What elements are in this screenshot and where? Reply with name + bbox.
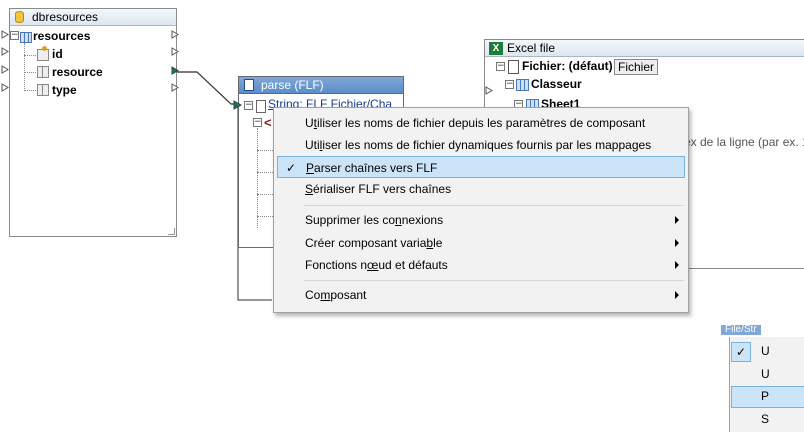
menu-item-use-filenames-params[interactable]: Utiliser les noms de fichier depuis les … bbox=[277, 112, 685, 134]
menu-separator bbox=[304, 205, 684, 206]
field-type[interactable]: type bbox=[52, 82, 77, 98]
column-icon bbox=[37, 84, 49, 96]
table-icon bbox=[20, 32, 32, 43]
collapse-toggle[interactable]: − bbox=[253, 118, 262, 127]
parse-title: parse (FLF) bbox=[261, 78, 324, 92]
workbook-icon bbox=[516, 79, 529, 91]
collapse-toggle[interactable]: − bbox=[244, 101, 253, 110]
excel-titlebar[interactable]: X Excel file bbox=[485, 40, 804, 57]
collapse-toggle[interactable]: − bbox=[10, 31, 19, 40]
submenu-arrow-icon bbox=[675, 291, 679, 299]
menu-item-use-dynamic-filenames[interactable]: Utiliser les noms de fichier dynamiques … bbox=[277, 134, 685, 156]
document-icon bbox=[244, 79, 254, 91]
menu-item-delete-connections[interactable]: Supprimer les connexions bbox=[277, 209, 685, 231]
submenu-arrow-icon bbox=[675, 239, 679, 247]
context-menu[interactable]: Utiliser les noms de fichier depuis les … bbox=[273, 107, 689, 313]
excel-connector[interactable] bbox=[485, 86, 495, 96]
menu-item-create-variable-component[interactable]: Créer composant variable bbox=[277, 232, 685, 254]
element-icon: < bbox=[264, 115, 272, 130]
menu-item-serialize-flf-to-strings[interactable]: Sérialiser FLF vers chaînes bbox=[277, 178, 685, 200]
excel-icon: X bbox=[489, 42, 503, 55]
field-id[interactable]: id bbox=[52, 46, 63, 62]
output-connectors[interactable] bbox=[171, 30, 181, 95]
field-resource[interactable]: resource bbox=[52, 64, 103, 80]
checkmark-icon: ✓ bbox=[286, 161, 297, 175]
mini-menu-header: File/Str bbox=[721, 325, 761, 335]
file-button[interactable]: Fichier bbox=[614, 59, 659, 75]
excel-title: Excel file bbox=[507, 41, 556, 55]
excel-hint-text: ex de la ligne (par ex. 1 bbox=[684, 135, 804, 149]
mini-item: U bbox=[761, 344, 770, 358]
menu-separator bbox=[304, 280, 684, 281]
dbresources-title: dbresources bbox=[32, 10, 99, 24]
string-file-icon bbox=[256, 100, 266, 113]
submenu-arrow-icon bbox=[675, 261, 679, 269]
collapse-toggle[interactable]: − bbox=[496, 62, 505, 71]
submenu-arrow-icon bbox=[675, 216, 679, 224]
resize-grip[interactable] bbox=[168, 228, 175, 235]
resources-node[interactable]: resources bbox=[33, 28, 90, 44]
key-icon bbox=[42, 46, 47, 51]
workbook-node[interactable]: Classeur bbox=[531, 76, 582, 92]
file-icon bbox=[508, 60, 519, 74]
mini-check-box: ✓ bbox=[731, 342, 751, 362]
mini-menu-preview: File/Str ✓ U U P S bbox=[721, 325, 804, 432]
menu-item-node-functions-defaults[interactable]: Fonctions nœud et défauts bbox=[277, 254, 685, 276]
dbresources-titlebar[interactable]: dbresources bbox=[10, 9, 176, 26]
database-icon bbox=[15, 11, 24, 23]
menu-item-parse-strings-to-flf[interactable]: ✓ Parser chaînes vers FLF bbox=[277, 156, 685, 178]
column-icon bbox=[37, 66, 49, 78]
parse-titlebar[interactable]: parse (FLF) bbox=[239, 77, 403, 94]
mini-item: S bbox=[761, 412, 770, 426]
mini-item: P bbox=[761, 389, 770, 403]
menu-item-component[interactable]: Composant bbox=[277, 284, 685, 306]
mini-item: U bbox=[761, 367, 770, 381]
collapse-toggle[interactable]: − bbox=[505, 80, 514, 89]
excel-file-label: Fichier: (défaut) bbox=[522, 59, 613, 73]
